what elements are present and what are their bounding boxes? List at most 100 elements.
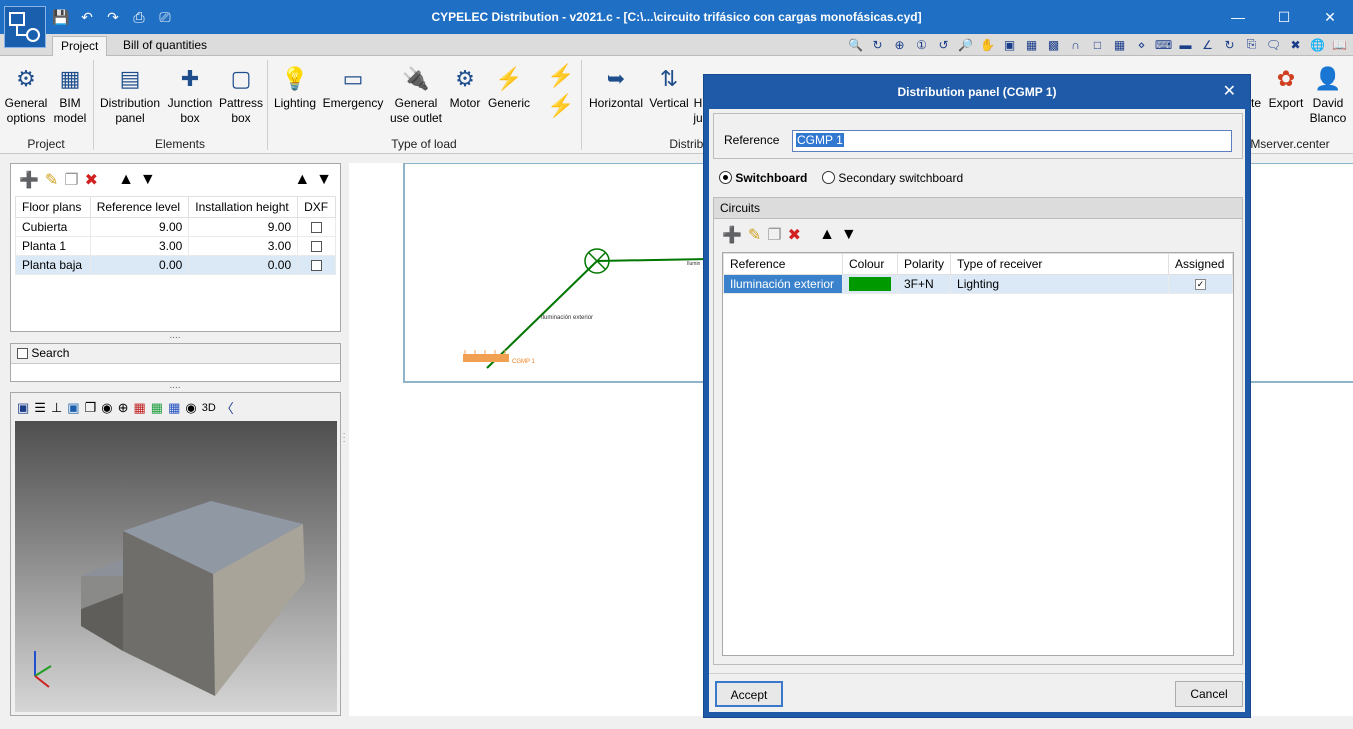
move-up-icon[interactable]: ▲	[118, 171, 134, 189]
binoculars-icon[interactable]: 🔍	[846, 35, 865, 54]
more-icon[interactable]: 〈	[221, 398, 234, 417]
table-row[interactable]: Planta 1 3.00 3.00	[15, 236, 336, 256]
splitter-handle[interactable]: ....	[10, 381, 340, 391]
maximize-button[interactable]: ☐	[1261, 0, 1307, 34]
view-3d-icon[interactable]: ▣	[17, 400, 29, 416]
redraw-icon[interactable]: ↺	[934, 35, 953, 54]
app-logo-icon[interactable]	[4, 6, 46, 48]
sort-up-icon[interactable]: ▲	[294, 171, 310, 189]
cancel-button[interactable]: Cancel	[1175, 681, 1243, 707]
table-row[interactable]: Cubierta 9.00 9.00	[15, 217, 336, 237]
edit-pencil-icon[interactable]: ✎	[45, 170, 58, 190]
vertical-splitter-handle[interactable]: ...	[343, 428, 346, 446]
clipboard-icon[interactable]: ⎘	[1242, 35, 1261, 54]
tools-icon[interactable]: ✖	[1286, 35, 1305, 54]
secondary-switchboard-radio[interactable]	[822, 171, 836, 184]
col-assigned[interactable]: Assigned	[1168, 253, 1233, 275]
bim-model-button[interactable]: ▦ BIM model	[52, 60, 88, 126]
3d-viewport[interactable]	[15, 421, 337, 712]
col-dxf[interactable]: DXF	[297, 196, 336, 218]
dxf-checkbox[interactable]	[311, 222, 323, 234]
zoom-window-icon[interactable]: ↻	[868, 35, 887, 54]
section-green-icon[interactable]: ▦	[151, 400, 163, 416]
window-icon[interactable]: ▣	[1000, 35, 1019, 54]
add-icon[interactable]: ➕	[19, 170, 39, 190]
table-row[interactable]: Iluminación exterior 3F+N Lighting ✓	[723, 274, 1233, 294]
orbit-icon[interactable]: ⊕	[118, 400, 129, 416]
junction-box-button[interactable]: ✚ Junction box	[166, 60, 214, 126]
motor-button[interactable]: ⚙ Motor	[446, 60, 484, 111]
delete-circuit-icon[interactable]: ✖	[788, 225, 801, 245]
search-input[interactable]	[11, 364, 340, 381]
scale-icon[interactable]: ▬	[1176, 35, 1195, 54]
reference-input[interactable]: CGMP 1	[792, 130, 1232, 152]
col-installation-height[interactable]: Installation height	[188, 196, 299, 218]
rotate-icon[interactable]: ↻	[1220, 35, 1239, 54]
delete-icon[interactable]: ✖	[85, 170, 98, 190]
splitter-handle[interactable]: ....	[10, 331, 340, 341]
update-button[interactable]: te	[1250, 60, 1262, 111]
search-checkbox[interactable]	[17, 348, 28, 360]
assigned-checkbox[interactable]: ✓	[1195, 279, 1206, 291]
move-down-icon[interactable]: ▼	[140, 171, 156, 189]
col-reference[interactable]: Reference	[723, 253, 843, 275]
dialog-close-button[interactable]: ✕	[1223, 75, 1236, 109]
distribution-panel-button[interactable]: ▤ Distribution panel	[98, 60, 162, 126]
grid-icon[interactable]: ▦	[1110, 35, 1129, 54]
minimize-button[interactable]: —	[1215, 0, 1261, 34]
tab-bill-of-quantities[interactable]: Bill of quantities	[115, 36, 215, 56]
globe-icon[interactable]: 🌐	[1308, 35, 1327, 54]
move-down-icon[interactable]: ▼	[841, 226, 857, 244]
user-account-button[interactable]: 👤 David Blanco	[1308, 60, 1348, 126]
tab-project[interactable]: Project	[52, 36, 108, 56]
render-icon[interactable]: ◉	[101, 400, 112, 416]
emergency-button[interactable]: ▭ Emergency	[322, 60, 384, 111]
assign-load-button[interactable]: ⚡ ⚡	[546, 60, 576, 120]
close-window-button[interactable]: ✕	[1307, 0, 1353, 34]
layers-icon[interactable]: ☰	[34, 400, 46, 416]
general-options-button[interactable]: ⚙ General options	[4, 60, 48, 126]
pan-hand-icon[interactable]: ✋	[978, 35, 997, 54]
generic-button[interactable]: ⚡ Generic	[487, 60, 531, 111]
book-icon[interactable]: 📖	[1330, 35, 1349, 54]
general-use-outlet-button[interactable]: 🔌 General use outlet	[388, 60, 444, 126]
col-floor-plans[interactable]: Floor plans	[15, 196, 91, 218]
table-row[interactable]: Planta baja 0.00 0.00	[15, 255, 336, 275]
lighting-button[interactable]: 💡 Lighting	[271, 60, 319, 111]
section-blue-icon[interactable]: ▦	[168, 400, 180, 416]
dxf-checkbox[interactable]	[311, 241, 323, 253]
switchboard-radio[interactable]	[719, 171, 732, 184]
export-button[interactable]: ✿ Export	[1266, 60, 1306, 111]
vertical-button[interactable]: ⇅ Vertical	[648, 60, 690, 111]
copy-view-icon[interactable]: ❐	[85, 400, 97, 416]
col-reference-level[interactable]: Reference level	[89, 196, 190, 218]
horizontal-button[interactable]: ➥ Horizontal	[587, 60, 645, 111]
magnet-icon[interactable]: ∩	[1066, 35, 1085, 54]
dxf-icon[interactable]: ▦	[1022, 35, 1041, 54]
col-colour[interactable]: Colour	[842, 253, 898, 275]
angle-icon[interactable]: ∠	[1198, 35, 1217, 54]
zoom-icon[interactable]: 🔎	[956, 35, 975, 54]
dxf-checkbox[interactable]	[311, 260, 323, 272]
axes-icon[interactable]: ⊥	[51, 400, 62, 416]
cube-icon[interactable]: ▣	[67, 400, 79, 416]
pattress-box-button[interactable]: ▢ Pattress box	[218, 60, 264, 126]
col-type-of-receiver[interactable]: Type of receiver	[950, 253, 1170, 275]
select-box-icon[interactable]: □	[1088, 35, 1107, 54]
move-up-icon[interactable]: ▲	[819, 226, 835, 244]
copy-icon[interactable]: ❐	[64, 170, 78, 190]
comment-icon[interactable]: 🗨	[1264, 35, 1283, 54]
snap-icon[interactable]: ⋄	[1132, 35, 1151, 54]
grid-pattern-icon[interactable]: ▩	[1044, 35, 1063, 54]
eye-icon[interactable]: ◉	[185, 400, 196, 416]
accept-button[interactable]: Accept	[715, 681, 783, 707]
copy-circuit-icon[interactable]: ❐	[767, 225, 781, 245]
col-polarity[interactable]: Polarity	[896, 253, 952, 275]
section-red-icon[interactable]: ▦	[133, 400, 145, 416]
zoom-previous-icon[interactable]: ①	[912, 35, 931, 54]
zoom-extents-icon[interactable]: ⊕	[890, 35, 909, 54]
keyboard-icon[interactable]: ⌨	[1154, 35, 1173, 54]
add-circuit-icon[interactable]: ➕	[722, 225, 742, 245]
edit-circuit-icon[interactable]: ✎	[748, 225, 761, 245]
sort-down-icon[interactable]: ▼	[316, 171, 332, 189]
